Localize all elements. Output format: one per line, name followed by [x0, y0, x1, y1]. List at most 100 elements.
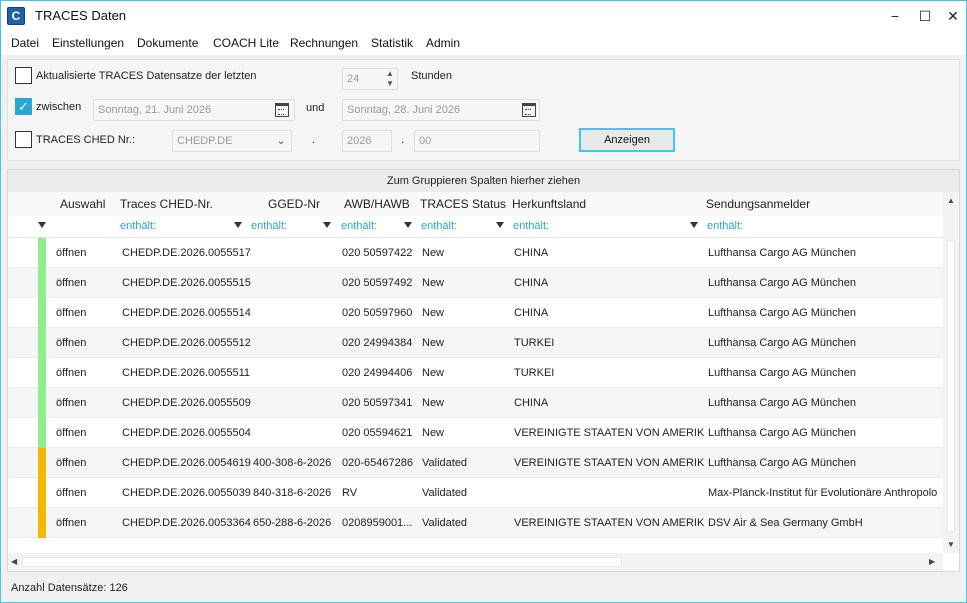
cell-herkunftsland: CHINA	[514, 247, 549, 259]
cell-traces-ched: CHEDP.DE.2026.0054619	[122, 457, 251, 469]
filter-icon[interactable]	[234, 222, 242, 228]
cell-status: Validated	[422, 457, 468, 469]
vertical-scroll-thumb[interactable]	[947, 240, 955, 532]
filter-icon[interactable]	[404, 222, 412, 228]
column-header-traces-ched[interactable]: Traces CHED-Nr.	[120, 197, 213, 211]
calendar-icon[interactable]	[275, 103, 289, 117]
date-from-input[interactable]: Sonntag, 21. Juni 2026	[93, 99, 295, 121]
updated-checkbox[interactable]	[15, 67, 32, 84]
status-indicator	[38, 298, 46, 328]
between-label: zwischen	[36, 101, 82, 113]
table-row[interactable]: öffnen CHEDP.DE.2026.0055515 020 50597492 N…	[8, 268, 943, 298]
cell-awb: 020 50597422	[342, 247, 413, 259]
filter-icon[interactable]	[323, 222, 331, 228]
menu-einstellungen[interactable]: Einstellungen	[52, 36, 124, 50]
grid-body: öffnen CHEDP.DE.2026.0055517 020 50597422 N…	[8, 238, 943, 553]
ched-year-input[interactable]: 2026	[342, 130, 392, 152]
cell-auswahl[interactable]: öffnen	[56, 277, 116, 289]
cell-gged: 840-318-6-2026	[253, 487, 332, 499]
menu-statistik[interactable]: Statistik	[371, 36, 413, 50]
table-row[interactable]: öffnen CHEDP.DE.2026.0055504 020 05594621 N…	[8, 418, 943, 448]
close-button[interactable]: ✕	[939, 5, 967, 27]
table-row[interactable]: öffnen CHEDP.DE.2026.0054619 400-308-6-202…	[8, 448, 943, 478]
cell-traces-ched: CHEDP.DE.2026.0055517	[122, 247, 251, 259]
horizontal-scroll-thumb[interactable]	[22, 557, 622, 567]
date-to-input[interactable]: Sonntag, 28. Juni 2026	[342, 99, 540, 121]
column-header-status[interactable]: TRACES Status	[420, 197, 506, 211]
filter-traces-ched[interactable]: enthält:	[120, 220, 156, 232]
cell-awb: 020 50597492	[342, 277, 413, 289]
cell-auswahl[interactable]: öffnen	[56, 397, 116, 409]
filter-icon[interactable]	[690, 222, 698, 228]
cell-sendungsanmelder: Lufthansa Cargo AG München	[708, 427, 856, 439]
column-header-auswahl[interactable]: Auswahl	[60, 197, 105, 211]
cell-traces-ched: CHEDP.DE.2026.0055504	[122, 427, 251, 439]
scroll-up-icon[interactable]: ▲	[947, 196, 955, 205]
scroll-left-icon[interactable]: ◀	[11, 557, 17, 566]
table-row[interactable]: öffnen CHEDP.DE.2026.0055514 020 50597960 N…	[8, 298, 943, 328]
cell-auswahl[interactable]: öffnen	[56, 517, 116, 529]
ched-number-input[interactable]: 00	[414, 130, 540, 152]
between-checkbox[interactable]: ✓	[15, 98, 32, 115]
title-bar: C TRACES Daten − ☐ ✕	[1, 1, 966, 31]
cell-awb: 020 24994406	[342, 367, 413, 379]
cell-sendungsanmelder: Lufthansa Cargo AG München	[708, 397, 856, 409]
ched-checkbox[interactable]	[15, 131, 32, 148]
menu-rechnungen[interactable]: Rechnungen	[290, 36, 358, 50]
hours-unit-label: Stunden	[411, 70, 452, 82]
table-row[interactable]: öffnen CHEDP.DE.2026.0055512 020 24994384 N…	[8, 328, 943, 358]
cell-status: New	[422, 427, 445, 439]
show-button[interactable]: Anzeigen	[579, 128, 675, 152]
hours-spinner-icon[interactable]: ▲ ▼	[383, 69, 397, 89]
cell-auswahl[interactable]: öffnen	[56, 427, 116, 439]
table-row[interactable]: öffnen CHEDP.DE.2026.0055511 020 24994406 N…	[8, 358, 943, 388]
cell-auswahl[interactable]: öffnen	[56, 457, 116, 469]
filter-herkunftsland[interactable]: enthält:	[513, 220, 549, 232]
filter-sendungsanmelder[interactable]: enthält:	[707, 220, 743, 232]
column-header-gged[interactable]: GGED-Nr	[268, 197, 320, 211]
table-row[interactable]: öffnen CHEDP.DE.2026.0055517 020 50597422 N…	[8, 238, 943, 268]
filter-awb[interactable]: enthält:	[341, 220, 377, 232]
filter-status[interactable]: enthält:	[421, 220, 457, 232]
table-row[interactable]: öffnen CHEDP.DE.2026.0055039 840-318-6-202…	[8, 478, 943, 508]
scroll-right-icon[interactable]: ▶	[929, 557, 935, 566]
app-window: C TRACES Daten − ☐ ✕ Datei Einstellungen…	[0, 0, 967, 603]
cell-auswahl[interactable]: öffnen	[56, 487, 116, 499]
calendar-icon[interactable]	[522, 103, 536, 117]
ched-separator-1: .	[312, 134, 316, 146]
filter-gged[interactable]: enthält:	[251, 220, 287, 232]
filter-row: enthält: enthält: enthält: enthält: enth…	[8, 216, 943, 238]
menu-admin[interactable]: Admin	[426, 36, 460, 50]
chevron-down-icon[interactable]: ⌄	[270, 130, 292, 152]
table-row[interactable]: öffnen CHEDP.DE.2026.0053364 650-288-6-202…	[8, 508, 943, 538]
group-by-panel[interactable]: Zum Gruppieren Spalten hierher ziehen	[8, 170, 959, 192]
filter-icon[interactable]	[496, 222, 504, 228]
cell-auswahl[interactable]: öffnen	[56, 337, 116, 349]
cell-sendungsanmelder: Lufthansa Cargo AG München	[708, 277, 856, 289]
cell-herkunftsland: VEREINIGTE STAATEN VON AMERIKA	[514, 457, 704, 469]
vertical-scrollbar[interactable]: ▲ ▼	[943, 192, 959, 553]
cell-auswahl[interactable]: öffnen	[56, 247, 116, 259]
cell-awb: 020 50597960	[342, 307, 413, 319]
minimize-button[interactable]: −	[881, 5, 909, 27]
column-header-sendungsanmelder[interactable]: Sendungsanmelder	[706, 197, 810, 211]
horizontal-scrollbar[interactable]: ◀ ▶	[8, 553, 943, 571]
window-title: TRACES Daten	[35, 8, 127, 23]
cell-sendungsanmelder: Lufthansa Cargo AG München	[708, 367, 856, 379]
menu-dokumente[interactable]: Dokumente	[137, 36, 198, 50]
cell-gged: 650-288-6-2026	[253, 517, 332, 529]
scroll-down-icon[interactable]: ▼	[947, 540, 955, 549]
cell-auswahl[interactable]: öffnen	[56, 307, 116, 319]
table-row[interactable]: öffnen CHEDP.DE.2026.0055509 020 50597341 N…	[8, 388, 943, 418]
column-header-herkunftsland[interactable]: Herkunftsland	[512, 197, 586, 211]
menu-bar: Datei Einstellungen Dokumente COACH Lite…	[1, 31, 966, 55]
cell-auswahl[interactable]: öffnen	[56, 367, 116, 379]
menu-datei[interactable]: Datei	[11, 36, 39, 50]
cell-herkunftsland: CHINA	[514, 397, 549, 409]
maximize-button[interactable]: ☐	[911, 5, 939, 27]
status-indicator	[38, 328, 46, 358]
column-header-awb[interactable]: AWB/HAWB	[344, 197, 410, 211]
cell-herkunftsland: VEREINIGTE STAATEN VON AMERIKA	[514, 427, 704, 439]
filter-icon[interactable]	[38, 222, 46, 228]
menu-coach-lite[interactable]: COACH Lite	[213, 36, 279, 50]
